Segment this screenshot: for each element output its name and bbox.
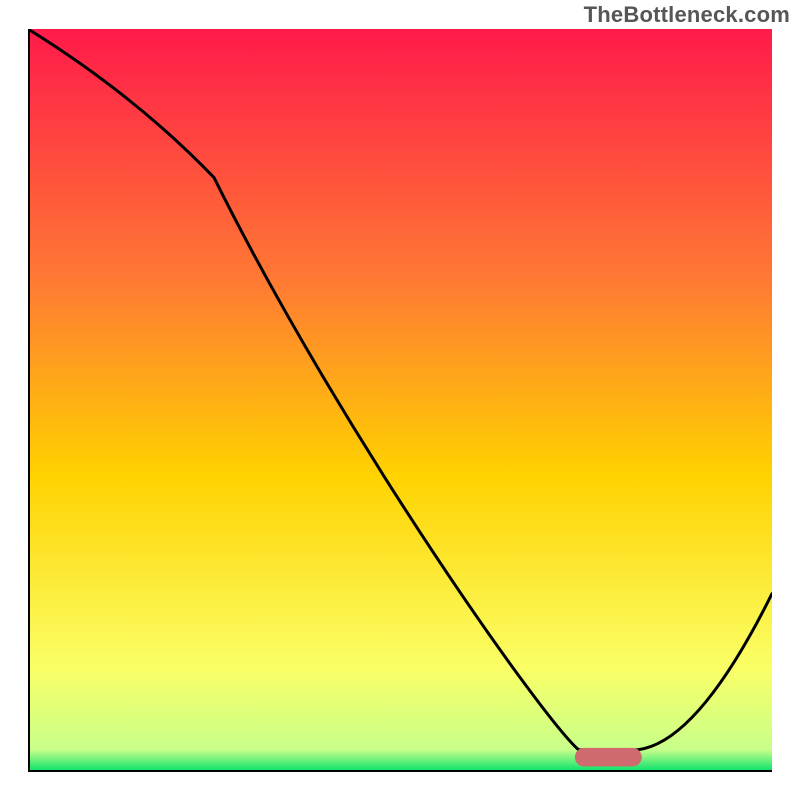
gradient-background xyxy=(28,29,772,772)
watermark-text: TheBottleneck.com xyxy=(584,2,790,28)
chart-page: TheBottleneck.com xyxy=(0,0,800,800)
chart-svg xyxy=(28,29,772,772)
optimal-zone-marker xyxy=(575,748,642,767)
plot-area xyxy=(28,29,772,772)
